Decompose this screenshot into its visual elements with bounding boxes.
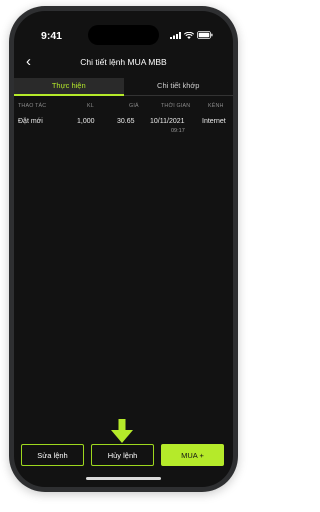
signal-icon xyxy=(170,31,181,39)
status-bar: 9:41 xyxy=(14,11,233,47)
cell-channel: Internet xyxy=(202,118,226,125)
page-title: Chi tiết lệnh MUA MBB xyxy=(80,57,167,67)
table-row: Đặt mới 1,000 30.65 10/11/2021 09:17 Int… xyxy=(14,118,233,140)
column-header-volume: KL xyxy=(87,103,94,109)
tab-bar: Thực hiện Chi tiết khớp xyxy=(14,78,233,96)
column-header-channel: KÊNH xyxy=(208,103,224,109)
column-header-action: THAO TÁC xyxy=(18,103,47,109)
status-icons xyxy=(170,31,213,39)
tab-thuc-hien[interactable]: Thực hiện xyxy=(14,78,124,96)
table-header: THAO TÁC KL GIÁ THỜI GIAN KÊNH xyxy=(14,99,233,113)
cell-time: 09:17 xyxy=(171,128,185,134)
app-screen: 9:41 ‹ Chi tiết lệnh MUA MBB Thực hiện C… xyxy=(14,11,233,487)
cell-action: Đặt mới xyxy=(18,118,43,125)
column-header-price: GIÁ xyxy=(129,103,139,109)
battery-icon xyxy=(197,31,213,39)
cancel-order-button[interactable]: Hủy lệnh xyxy=(91,444,154,466)
tab-chi-tiet-khop[interactable]: Chi tiết khớp xyxy=(123,78,233,96)
cell-volume: 1,000 xyxy=(77,118,95,125)
home-indicator xyxy=(86,477,161,480)
edit-order-button[interactable]: Sửa lệnh xyxy=(21,444,84,466)
cell-price: 30.65 xyxy=(117,118,135,125)
dynamic-island xyxy=(88,25,159,45)
cell-date: 10/11/2021 xyxy=(150,118,185,125)
phone-frame: 9:41 ‹ Chi tiết lệnh MUA MBB Thực hiện C… xyxy=(9,6,238,492)
action-bar: Sửa lệnh Hủy lệnh MUA + xyxy=(21,444,227,466)
arrow-down-icon xyxy=(111,419,133,443)
wifi-icon xyxy=(184,31,194,39)
buy-button[interactable]: MUA + xyxy=(161,444,224,466)
header: ‹ Chi tiết lệnh MUA MBB xyxy=(14,53,233,73)
status-time: 9:41 xyxy=(41,30,63,42)
column-header-time: THỜI GIAN xyxy=(161,103,191,109)
